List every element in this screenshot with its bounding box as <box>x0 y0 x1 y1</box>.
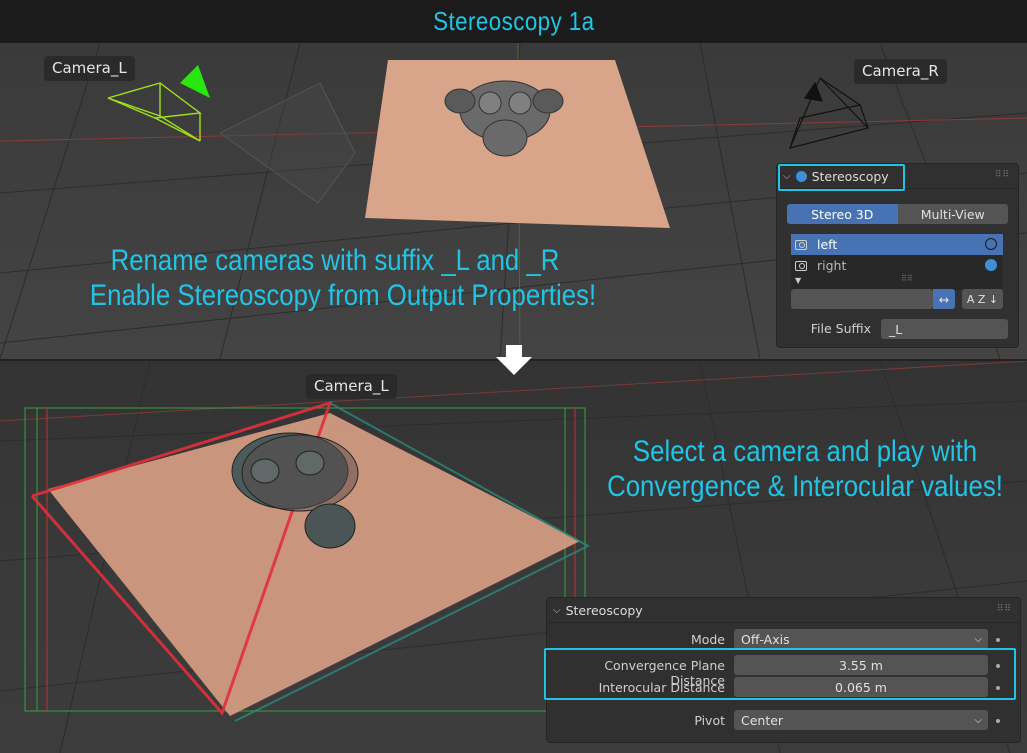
resize-handle-icon[interactable]: ⠿⠿ <box>901 274 913 283</box>
drag-handle-icon[interactable]: ⠿⠿ <box>997 604 1012 614</box>
instruction-text-top: Rename cameras with suffix _L and _R Ena… <box>89 243 597 313</box>
mode-label: Mode <box>690 632 725 647</box>
output-stereoscopy-panel: ⌵ Stereoscopy ⠿⠿ Stereo 3D Multi-View le… <box>776 163 1019 348</box>
sort-icon[interactable]: A Z ↓ <box>962 289 1003 309</box>
view-name: right <box>817 258 847 273</box>
instruction-line: Rename cameras with suffix _L and _R <box>110 244 560 277</box>
keyframe-dot[interactable] <box>996 638 1000 642</box>
chevron-down-icon: ⌵ <box>974 714 982 726</box>
arrow-down-icon <box>496 345 532 375</box>
camera-stereoscopy-panel: ⌵ Stereoscopy ⠿⠿ Mode Off-Axis ⌵ Converg… <box>544 597 1021 743</box>
filter-input[interactable] <box>791 289 933 309</box>
camera-icon <box>795 260 807 271</box>
camera-left-label-bottom: Camera_L <box>306 374 397 399</box>
instruction-line: Select a camera and play with <box>632 435 978 468</box>
mode-value: Off-Axis <box>741 631 790 647</box>
camera-right-label: Camera_R <box>854 59 947 84</box>
instruction-line: Enable Stereoscopy from Output Propertie… <box>89 279 597 312</box>
top-viewport[interactable]: Camera_L Camera_R Rename cameras with su… <box>0 43 1027 359</box>
file-suffix-field[interactable]: _L <box>881 319 1008 339</box>
swap-icon[interactable]: ↔ <box>933 289 955 309</box>
keyframe-dot[interactable] <box>996 719 1000 723</box>
tab-stereo-3d[interactable]: Stereo 3D <box>787 204 898 224</box>
expand-icon[interactable]: ▼ <box>795 276 801 285</box>
view-toggle[interactable] <box>985 259 997 271</box>
pivot-dropdown[interactable]: Center ⌵ <box>734 710 988 730</box>
file-suffix-label: File Suffix <box>810 321 871 336</box>
instruction-line: Convergence & Interocular values! <box>607 470 1003 503</box>
bottom-viewport[interactable]: Camera_L Select a camera and play with C… <box>0 361 1027 753</box>
pivot-value: Center <box>741 712 784 728</box>
chevron-down-icon: ⌵ <box>974 633 982 645</box>
views-list: left right ▼ ⠿⠿ <box>791 234 1003 290</box>
instruction-text-bottom: Select a camera and play with Convergenc… <box>594 434 1015 504</box>
chevron-down-icon[interactable]: ⌵ <box>553 605 561 616</box>
tab-multi-view[interactable]: Multi-View <box>897 204 1008 224</box>
highlight-box <box>544 648 1016 700</box>
camera-stereoscopy-header[interactable]: ⌵ Stereoscopy ⠿⠿ <box>547 598 1020 623</box>
list-item[interactable]: left <box>791 234 1003 255</box>
pivot-label: Pivot <box>694 713 725 728</box>
panel-title: Stereoscopy <box>565 602 643 618</box>
camera-left-label: Camera_L <box>44 56 135 81</box>
list-item[interactable]: right <box>791 255 1003 276</box>
highlight-box <box>778 164 905 191</box>
view-name: left <box>817 237 838 252</box>
camera-icon <box>795 239 807 250</box>
title-bar: Stereoscopy 1a <box>0 0 1027 43</box>
mode-dropdown[interactable]: Off-Axis ⌵ <box>734 629 988 649</box>
view-toggle[interactable] <box>985 238 997 250</box>
drag-handle-icon[interactable]: ⠿⠿ <box>995 170 1010 180</box>
stereo-mode-tabs: Stereo 3D Multi-View <box>787 204 1008 224</box>
page-title: Stereoscopy 1a <box>432 6 595 36</box>
